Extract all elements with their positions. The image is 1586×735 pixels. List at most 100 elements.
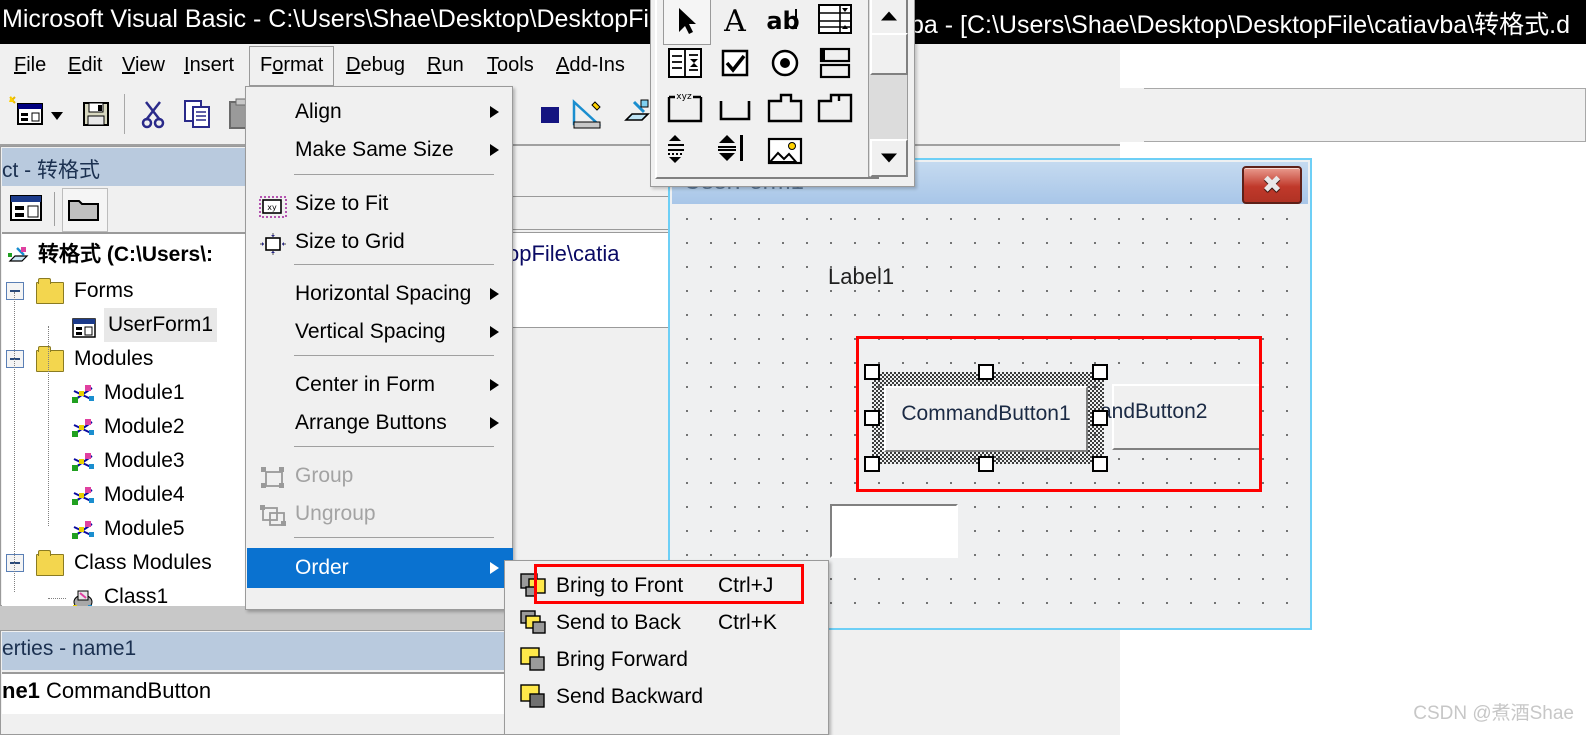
resize-handle-s[interactable] — [978, 456, 994, 472]
resize-handle-e[interactable] — [1092, 410, 1108, 426]
menuitem-order[interactable]: Order — [247, 548, 513, 588]
userform-close-button[interactable]: ✖ — [1242, 166, 1302, 204]
toolbox-scroll-up-button[interactable] — [870, 0, 908, 35]
combobox-icon[interactable] — [813, 0, 859, 43]
toggle-folders-icon[interactable] — [62, 188, 108, 232]
menu-addins[interactable]: Add-Ins — [546, 46, 635, 84]
properties-object-type: CommandButton — [46, 678, 212, 703]
menuitem-send-to-back[interactable]: Send to Back Ctrl+K — [506, 604, 829, 641]
menuitem-label: Center in Form — [295, 373, 436, 396]
menuitem-size-to-fit[interactable]: xy Size to Fit — [247, 185, 513, 223]
listbox-icon[interactable] — [663, 43, 709, 87]
control-commandbutton2[interactable]: andButton2 — [1100, 384, 1262, 450]
triangle-down-icon — [881, 153, 897, 163]
menu-debug[interactable]: Debug — [336, 46, 415, 84]
menuitem-horizontal-spacing[interactable]: Horizontal Spacing — [247, 275, 513, 313]
menu-format[interactable]: Format — [249, 46, 335, 86]
toolbox-scroll-down-button[interactable] — [870, 139, 908, 177]
copy-icon[interactable] — [178, 94, 218, 134]
menu-insert[interactable]: Insert — [174, 46, 244, 84]
design-mode-icon[interactable] — [568, 94, 608, 134]
properties-object-value: ne1 CommandButton — [2, 678, 211, 704]
toolbar-separator — [54, 192, 55, 226]
menuitem-arrange-buttons[interactable]: Arrange Buttons — [247, 404, 513, 442]
code-window-fragment: opFile\catia — [510, 232, 670, 328]
format-menu-dropdown[interactable]: Align Make Same Size xy Size to Fit Size… — [245, 86, 513, 610]
image-icon[interactable] — [763, 131, 809, 175]
menuitem-align[interactable]: Align — [247, 93, 513, 131]
menuitem-shortcut: Ctrl+K — [718, 611, 777, 634]
stop-icon[interactable] — [530, 94, 570, 134]
menuitem-center-in-form[interactable]: Center in Form — [247, 366, 513, 404]
insert-userform-icon[interactable] — [8, 94, 48, 134]
order-submenu[interactable]: Bring to Front Ctrl+J Send to Back Ctrl+… — [504, 560, 829, 735]
menuitem-label: Vertical Spacing — [295, 320, 446, 343]
resize-handle-ne[interactable] — [1092, 364, 1108, 380]
toolbox-scroll-thumb[interactable] — [870, 33, 908, 75]
menuitem-send-backward[interactable]: Send Backward — [506, 678, 829, 715]
scrollbar-icon[interactable] — [663, 131, 709, 175]
size-to-fit-icon: xy — [259, 193, 287, 218]
menuitem-label: Bring Forward — [556, 648, 688, 671]
tabstrip-icon[interactable] — [763, 87, 809, 131]
resize-handle-w[interactable] — [864, 410, 880, 426]
menuitem-size-to-grid[interactable]: Size to Grid — [247, 223, 513, 261]
menu-separator — [294, 174, 494, 175]
resize-handle-sw[interactable] — [864, 456, 880, 472]
menuitem-make-same-size[interactable]: Make Same Size — [247, 131, 513, 169]
frame-icon[interactable]: xyz — [663, 87, 709, 131]
menu-view[interactable]: View — [112, 46, 175, 84]
menu-tools[interactable]: Tools — [477, 46, 544, 84]
menu-separator — [294, 264, 494, 265]
tree-item-label: Module1 — [104, 381, 185, 404]
menu-file[interactable]: File — [4, 46, 56, 84]
submenu-arrow-icon — [490, 417, 499, 429]
optionbutton-icon[interactable] — [763, 43, 809, 87]
menu-run[interactable]: Run — [417, 46, 474, 84]
save-icon[interactable] — [76, 94, 116, 134]
menuitem-label: Align — [295, 100, 342, 123]
multipage-icon[interactable] — [813, 87, 859, 131]
send-to-back-icon — [520, 610, 550, 636]
chevron-down-icon[interactable] — [46, 94, 68, 134]
tree-item-label: Forms — [74, 279, 134, 302]
menuitem-label: Bring to Front — [556, 574, 684, 597]
commandbutton-icon[interactable] — [713, 87, 759, 131]
ungroup-icon — [259, 503, 289, 527]
control-label1[interactable]: Label1 — [828, 264, 894, 290]
control-textbox1[interactable] — [830, 504, 958, 558]
textbox-icon[interactable]: ab — [763, 0, 809, 43]
select-objects-icon[interactable] — [663, 0, 711, 45]
tree-item-label: Module5 — [104, 517, 185, 540]
toolbox-palette[interactable]: A ab xyz — [650, 0, 915, 187]
menuitem-vertical-spacing[interactable]: Vertical Spacing — [247, 313, 513, 351]
module-icon — [70, 519, 96, 541]
project-explorer-title: ct - 转格式 — [2, 159, 100, 182]
group-icon — [259, 465, 289, 489]
control-commandbutton1[interactable]: CommandButton1 — [884, 386, 1088, 452]
userform-icon — [72, 315, 96, 338]
submenu-arrow-icon — [490, 562, 499, 574]
view-code-icon[interactable] — [6, 190, 46, 228]
menu-separator — [294, 537, 494, 538]
resize-handle-n[interactable] — [978, 364, 994, 380]
resize-handle-se[interactable] — [1092, 456, 1108, 472]
tree-item-label: UserForm1 — [104, 308, 218, 342]
window-titlebar-right: ba - [C:\Users\Shae\Desktop\DesktopFile\… — [900, 0, 1586, 44]
checkbox-icon[interactable] — [713, 43, 759, 87]
menuitem-bring-to-front[interactable]: Bring to Front Ctrl+J — [506, 567, 829, 604]
menuitem-bring-forward[interactable]: Bring Forward — [506, 641, 829, 678]
spinbutton-icon[interactable] — [713, 131, 759, 175]
menuitem-label: Size to Fit — [295, 192, 389, 215]
properties-object-combo[interactable]: ne1 CommandButton — [2, 672, 508, 714]
size-to-grid-icon — [259, 231, 287, 255]
label-icon[interactable]: A — [713, 0, 759, 43]
togglebutton-icon[interactable] — [813, 43, 859, 87]
cut-icon[interactable] — [134, 94, 174, 134]
toolbox-scrollbar[interactable] — [868, 0, 908, 177]
menu-edit[interactable]: Edit — [58, 46, 112, 84]
toolbar-filler — [1142, 88, 1586, 142]
toolbox-tool-grid: A ab xyz — [655, 0, 879, 179]
code-path-text: opFile\catia — [510, 241, 620, 266]
resize-handle-nw[interactable] — [864, 364, 880, 380]
